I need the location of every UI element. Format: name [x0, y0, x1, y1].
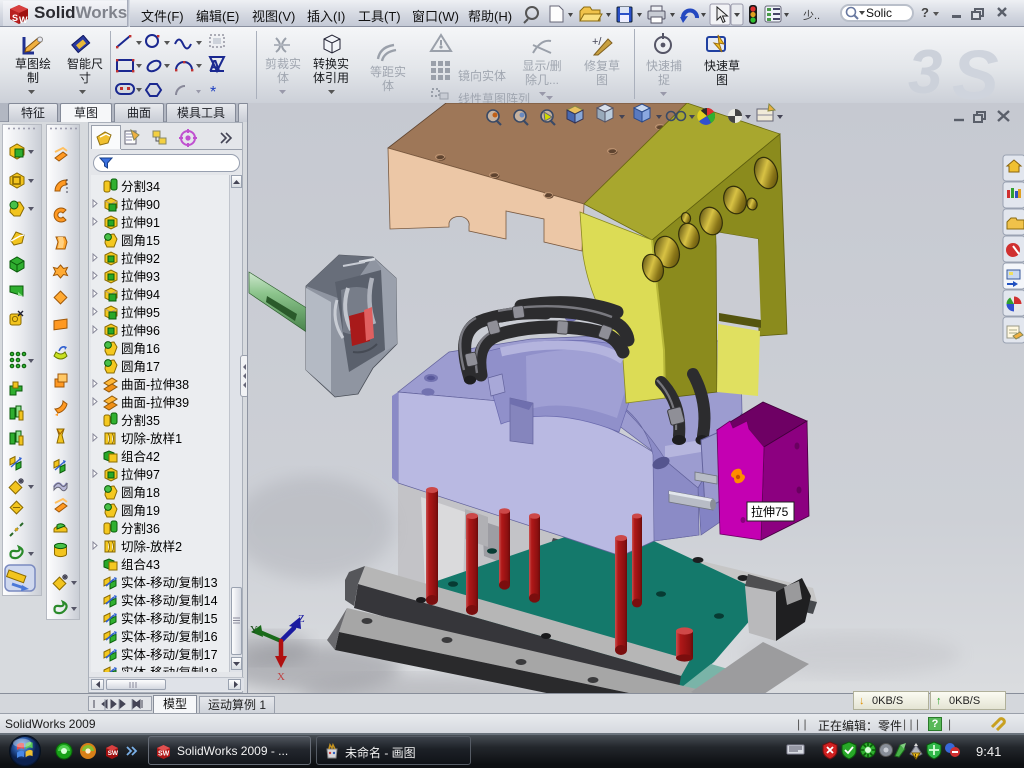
svg-text:S: S	[12, 13, 18, 23]
svg-text:拉伸91: 拉伸91	[121, 215, 160, 230]
svg-text:圆角16: 圆角16	[121, 342, 160, 356]
svg-text:W: W	[19, 15, 28, 25]
svg-text:组合42: 组合42	[121, 449, 160, 464]
svg-text:实体-移动/复制14: 实体-移动/复制14	[121, 593, 218, 608]
svg-text:Y: Y	[250, 624, 258, 636]
svg-text:S: S	[952, 36, 999, 103]
svg-text:拉伸97: 拉伸97	[121, 467, 160, 482]
svg-text:圆角19: 圆角19	[121, 504, 160, 518]
svg-text:*: *	[210, 84, 216, 101]
svg-text:拉伸92: 拉伸92	[121, 251, 160, 266]
svg-text:X: X	[277, 671, 285, 683]
svg-text:A: A	[209, 58, 221, 75]
svg-text:拉伸96: 拉伸96	[121, 323, 160, 338]
svg-text:少..: 少..	[803, 9, 820, 22]
svg-text:拉伸95: 拉伸95	[121, 305, 160, 320]
svg-text:SW: SW	[158, 751, 170, 758]
svg-text:圆角18: 圆角18	[121, 486, 160, 500]
svg-text:分割34: 分割34	[121, 179, 160, 194]
svg-text:Z: Z	[298, 613, 305, 625]
svg-text:拉伸75: 拉伸75	[751, 504, 789, 519]
svg-text:曲面-拉伸39: 曲面-拉伸39	[121, 395, 189, 410]
svg-text:分割35: 分割35	[121, 413, 160, 428]
svg-text:拉伸94: 拉伸94	[121, 287, 160, 302]
svg-text:拉伸90: 拉伸90	[121, 197, 160, 212]
svg-text:分割36: 分割36	[121, 521, 160, 536]
svg-text:实体-移动/复制17: 实体-移动/复制17	[121, 647, 218, 662]
svg-text:拉伸93: 拉伸93	[121, 269, 160, 284]
svg-text:实体-移动/复制15: 实体-移动/复制15	[121, 611, 218, 626]
svg-text:实体-移动/复制13: 实体-移动/复制13	[121, 575, 218, 590]
svg-text:+/: +/	[592, 36, 602, 48]
svg-text:3: 3	[908, 38, 942, 103]
svg-text:切除-放样2: 切除-放样2	[121, 539, 182, 554]
svg-text:SW: SW	[108, 750, 119, 757]
svg-text:圆角17: 圆角17	[121, 360, 160, 374]
svg-text:实体-移动/复制16: 实体-移动/复制16	[121, 629, 218, 644]
svg-text:实体-移动/复制18: 实体-移动/复制18	[121, 665, 218, 672]
svg-text:切除-放样1: 切除-放样1	[121, 431, 182, 446]
svg-text:曲面-拉伸38: 曲面-拉伸38	[121, 377, 189, 392]
svg-text:圆角15: 圆角15	[121, 234, 160, 248]
svg-text:组合43: 组合43	[121, 557, 160, 572]
